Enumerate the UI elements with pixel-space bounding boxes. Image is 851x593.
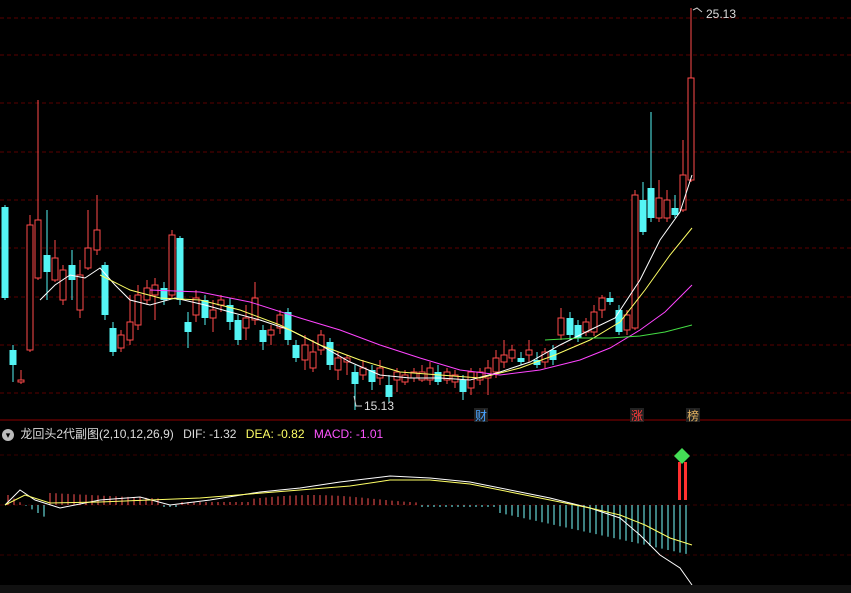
- candle-body: [168, 234, 176, 296]
- candle-body: [26, 224, 34, 351]
- candle-body: [76, 274, 84, 311]
- candle-body: [623, 314, 631, 331]
- candle-body: [51, 257, 59, 281]
- indicator-header: ▾ 龙回头2代副图(2,10,12,26,9) DIF: -1.32 DEA: …: [0, 425, 389, 443]
- candle-body: [326, 342, 334, 365]
- candle-body: [17, 379, 25, 383]
- candle-body: [43, 255, 51, 272]
- candle-body: [500, 354, 508, 363]
- candle-body: [134, 294, 142, 326]
- candle-body: [184, 322, 192, 332]
- low-price-label: 15.13: [364, 399, 394, 413]
- candle-body: [671, 208, 679, 215]
- candle-body: [401, 374, 409, 383]
- candle-body: [317, 334, 325, 351]
- candle-body: [192, 297, 200, 316]
- candle-body: [109, 328, 117, 352]
- candle-body: [292, 345, 300, 358]
- candle-body: [655, 197, 663, 219]
- candle-body: [84, 247, 92, 269]
- candle-body: [663, 199, 671, 219]
- candle-body: [557, 317, 565, 336]
- candle-body: [1, 207, 9, 298]
- candle-body: [376, 367, 384, 379]
- candle-body: [615, 310, 623, 332]
- dif-label: DIF: -1.32: [183, 427, 237, 441]
- candle-body: [598, 297, 606, 311]
- candle-body: [309, 351, 317, 369]
- marker-bang: 榜: [687, 408, 699, 423]
- candle-body: [647, 188, 655, 218]
- macd-label: MACD: -1.01: [313, 427, 384, 441]
- candle-body: [566, 318, 574, 335]
- dea-line: [4, 479, 693, 546]
- stock-chart-window: 25.13 15.13 财 涨 榜 ▾ 龙回头2代副图(2,10,12,26,9) DI…: [0, 0, 851, 593]
- candle-body: [234, 320, 242, 340]
- candle-body: [284, 312, 292, 340]
- candle-body: [117, 334, 125, 349]
- candle-body: [101, 265, 109, 315]
- candle-body: [267, 329, 275, 336]
- candle-body: [59, 269, 67, 301]
- candle-body: [9, 350, 17, 365]
- candle-body: [639, 200, 647, 232]
- candle-body: [209, 309, 217, 319]
- candle-body: [242, 317, 250, 329]
- candle-body: [679, 174, 687, 211]
- indicator-settings-icon[interactable]: ▾: [2, 428, 14, 441]
- signal-bar: [678, 462, 681, 500]
- candle-body: [434, 372, 442, 382]
- marker-cai: 财: [475, 409, 487, 423]
- candle-body: [93, 229, 101, 251]
- candle-body: [385, 385, 393, 397]
- candle-body: [492, 357, 500, 373]
- candle-body: [351, 372, 359, 384]
- bottom-strip: [0, 585, 851, 593]
- high-marker: [692, 7, 703, 13]
- marker-zhang: 涨: [631, 408, 643, 423]
- high-price-label: 25.13: [706, 7, 736, 21]
- candle-body: [201, 300, 209, 318]
- candle-body: [259, 330, 267, 342]
- candle-body: [631, 194, 639, 329]
- candle-body: [34, 219, 42, 279]
- chart-canvas[interactable]: 25.13 15.13 财 涨 榜: [0, 0, 851, 593]
- candle-body: [459, 380, 467, 392]
- signal-bar: [684, 462, 687, 500]
- candle-body: [68, 265, 76, 280]
- candle-body: [606, 298, 614, 302]
- candle-body: [525, 349, 533, 356]
- candle-body: [301, 344, 309, 361]
- candle-body: [508, 349, 516, 359]
- candle-body: [334, 357, 342, 371]
- indicator-title: 龙回头2代副图(2,10,12,26,9): [20, 427, 174, 441]
- candle-body: [687, 77, 695, 181]
- gem-signal-icon: [674, 448, 690, 464]
- dif-line: [4, 475, 693, 586]
- dea-label: DEA: -0.82: [245, 427, 305, 441]
- candle-body: [517, 358, 525, 362]
- candle-body: [126, 321, 134, 341]
- ma-short-line: [39, 174, 693, 381]
